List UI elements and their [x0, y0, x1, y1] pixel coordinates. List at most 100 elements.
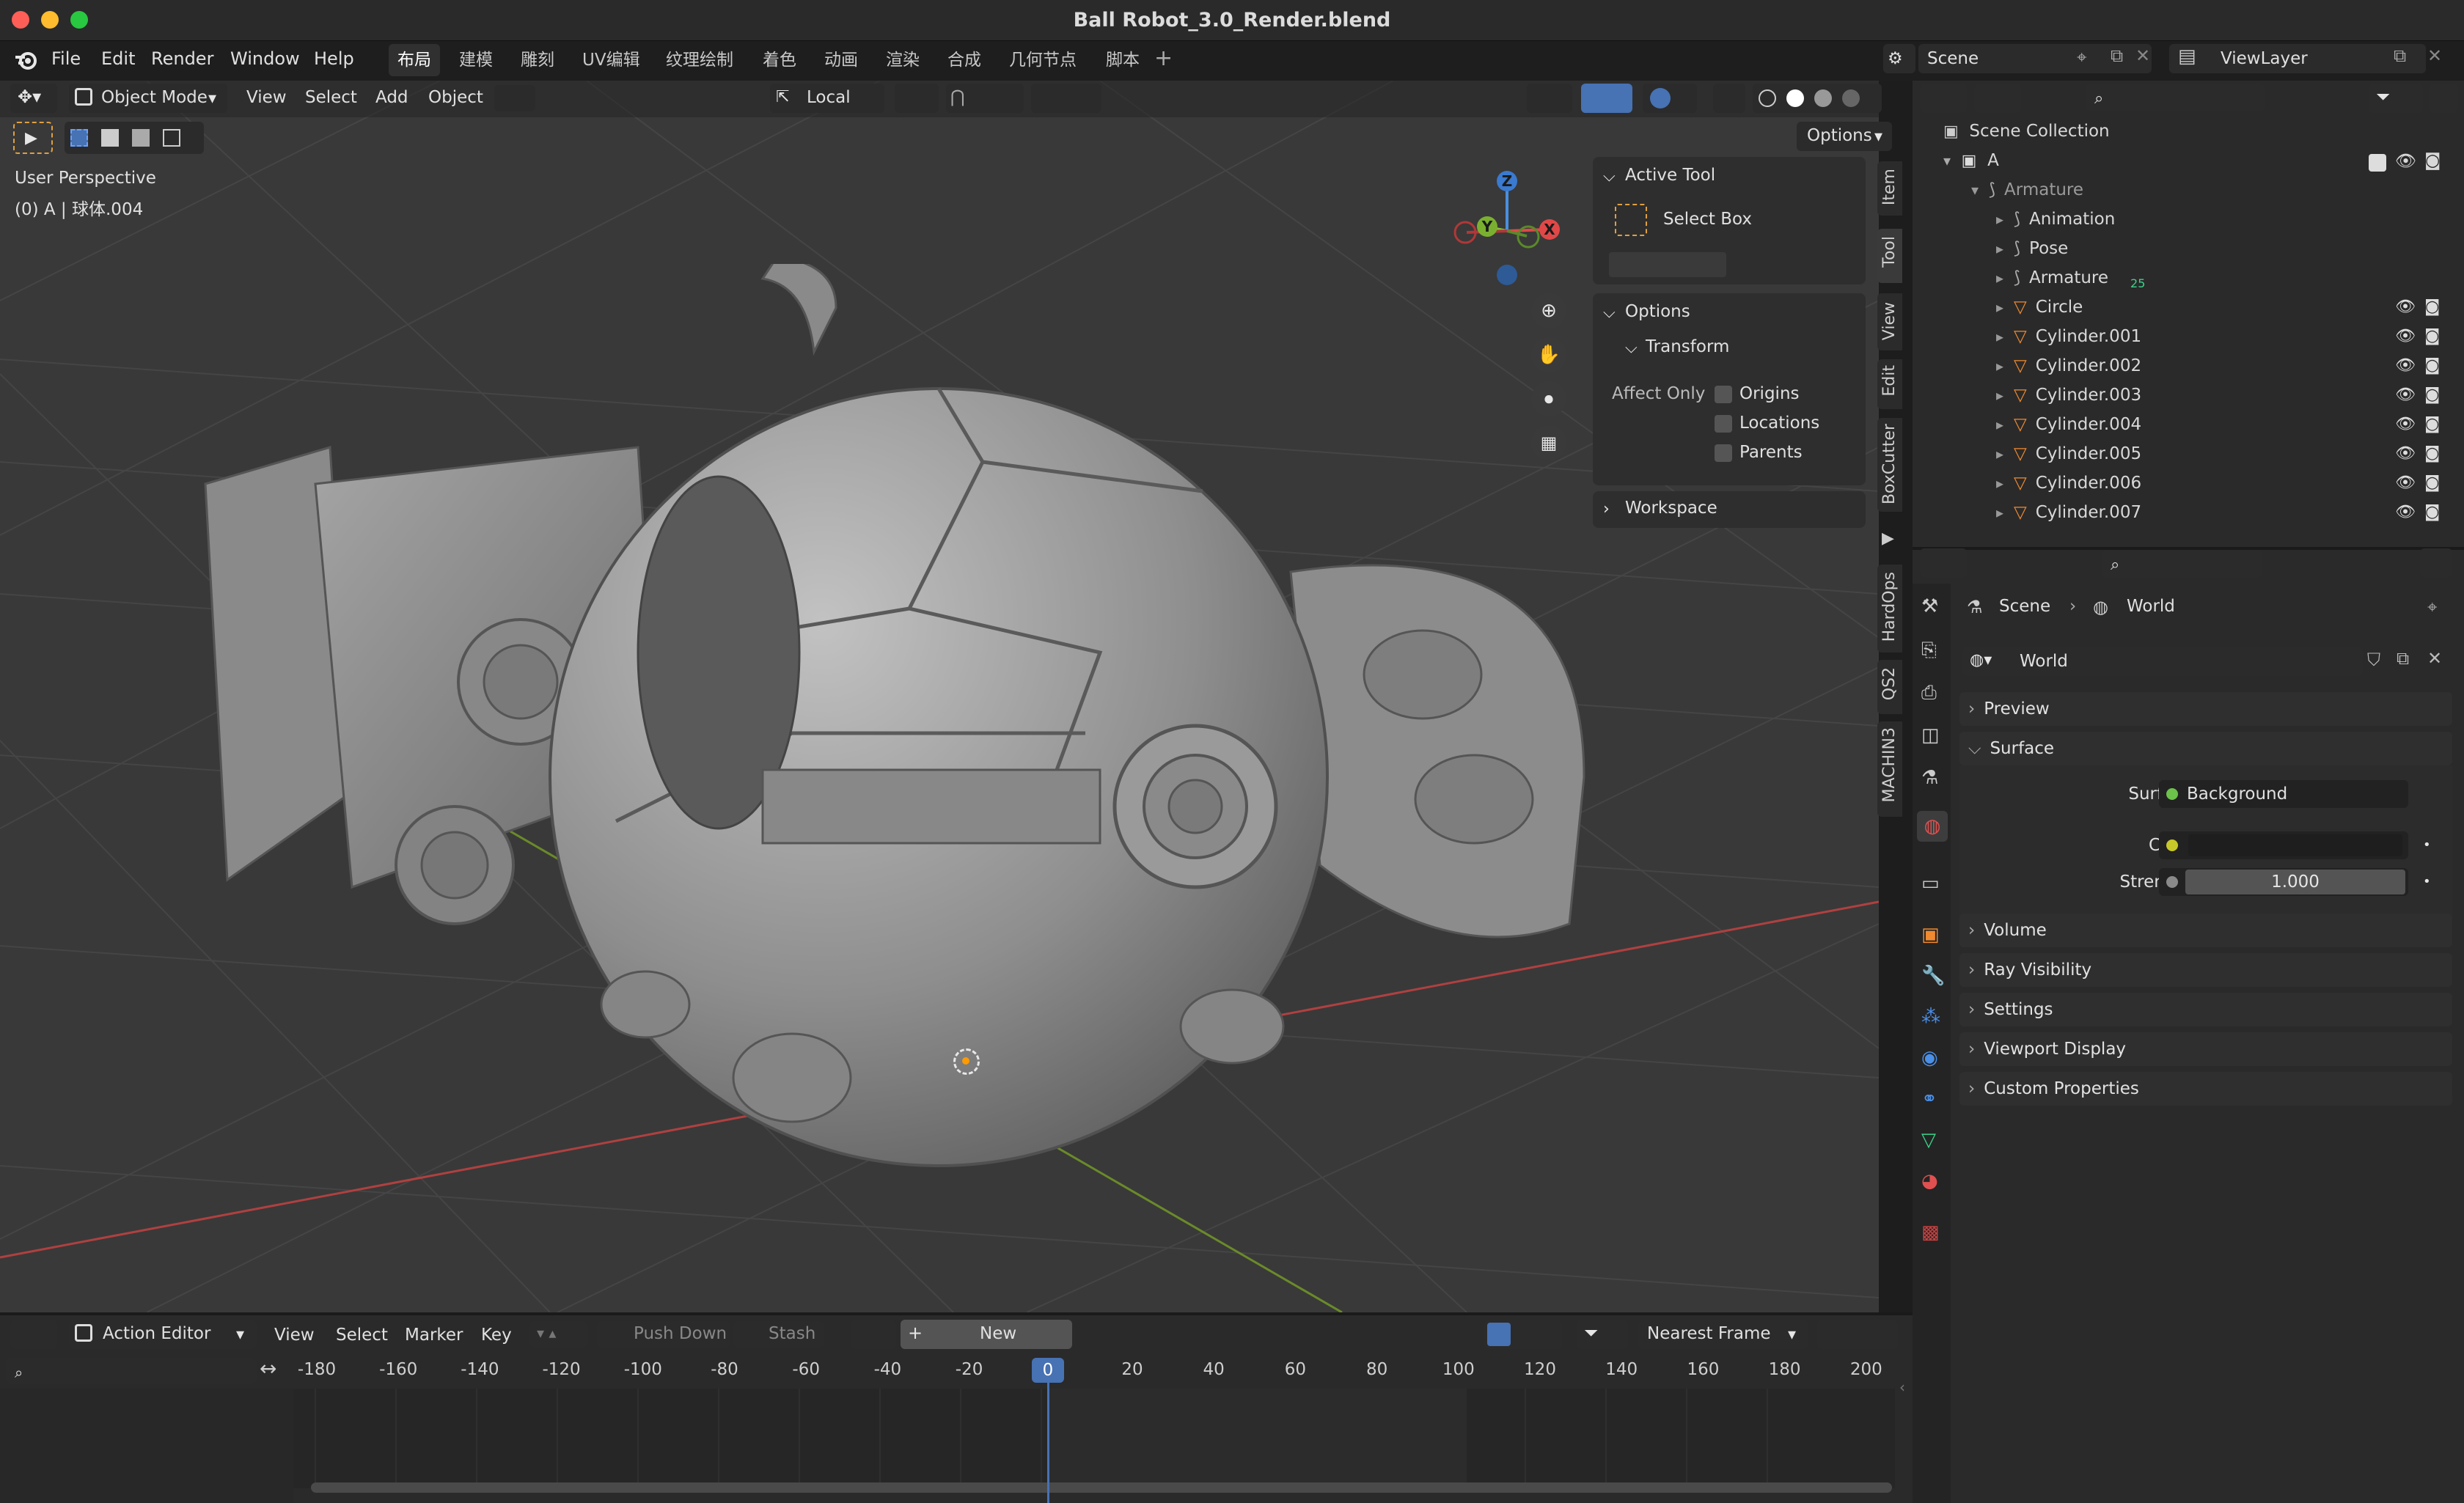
- camera-icon[interactable]: ◙: [2424, 386, 2440, 404]
- outliner-row[interactable]: ▸ ▽ Cylinder.007: [1996, 503, 2141, 532]
- object-properties-icon[interactable]: ▣: [1921, 924, 1940, 946]
- current-frame-indicator[interactable]: 0: [1032, 1358, 1064, 1383]
- workspace-panel[interactable]: › Workspace: [1593, 491, 1866, 528]
- editor-mode-dropdown[interactable]: Action Editor ▾: [69, 1320, 257, 1349]
- shading-mode-buttons[interactable]: [1753, 84, 1882, 113]
- render-properties-icon[interactable]: ⎘: [1921, 639, 1937, 662]
- proportional-editing-button[interactable]: [1817, 1320, 1898, 1349]
- viewport-options-dropdown[interactable]: Options ▾: [1797, 122, 1892, 151]
- expand-arrow-icon[interactable]: ▸: [1996, 504, 2003, 521]
- expand-arrow-icon[interactable]: ▸: [1996, 210, 2003, 228]
- output-properties-icon[interactable]: ⎙: [1921, 682, 1937, 705]
- pin-icon[interactable]: ⌖: [2077, 47, 2087, 67]
- menu-render[interactable]: Render: [151, 48, 213, 69]
- camera-icon[interactable]: ◙: [2424, 444, 2440, 463]
- color-swatch[interactable]: [2188, 834, 2402, 856]
- modifier-properties-icon[interactable]: 🔧: [1921, 965, 1945, 987]
- pin-icon[interactable]: ⌖: [2427, 597, 2438, 617]
- camera-icon[interactable]: ◙: [2424, 503, 2440, 521]
- pan-hand-icon[interactable]: ✋: [1531, 337, 1566, 372]
- options-header[interactable]: Options: [1625, 302, 1690, 321]
- viewlayer-field[interactable]: ViewLayer: [2169, 44, 2426, 73]
- world-properties-icon[interactable]: ◍: [1917, 811, 1948, 842]
- robot-model[interactable]: [132, 264, 1591, 1180]
- parents-checkbox[interactable]: [1715, 444, 1732, 462]
- collection-checkbox[interactable]: [2369, 154, 2386, 172]
- outliner-search-input[interactable]: ⌕: [2086, 84, 2265, 111]
- sidebar-tab-item[interactable]: Item: [1877, 161, 1902, 216]
- selection-mode-buttons[interactable]: [65, 122, 204, 154]
- workspace-tab-rendering[interactable]: 渲染: [877, 44, 928, 76]
- workspace-tab-shading[interactable]: 着色: [754, 44, 805, 76]
- channel-width-handle-icon[interactable]: ↔: [260, 1356, 289, 1384]
- outliner-row[interactable]: ▸ ▽ Cylinder.003: [1996, 386, 2141, 415]
- eye-icon[interactable]: 👁: [2395, 386, 2416, 404]
- object-type-visibility-button[interactable]: [494, 85, 535, 111]
- wireframe-shading-icon[interactable]: [1759, 89, 1776, 107]
- camera-icon[interactable]: ◙: [2424, 298, 2440, 316]
- sidebar-tab-hardops[interactable]: HardOps: [1877, 565, 1902, 653]
- outliner-row[interactable]: ▸ ▽ Circle: [1996, 298, 2083, 327]
- world-datablock-field[interactable]: ◍▾ World: [1962, 647, 2363, 676]
- view-layer-properties-icon[interactable]: ◫: [1921, 724, 1940, 746]
- section-ray-visibility[interactable]: › Ray Visibility: [1959, 953, 2452, 987]
- playhead-line[interactable]: [1047, 1383, 1049, 1503]
- section-surface[interactable]: ⌵ Surface: [1959, 732, 2452, 765]
- new-scene-icon[interactable]: ⧉: [2111, 45, 2123, 66]
- select-new-icon[interactable]: [70, 129, 88, 147]
- snap-button[interactable]: ⋂: [946, 84, 1024, 113]
- action-editor-type-button[interactable]: [10, 1320, 57, 1349]
- outliner-row[interactable]: ▸ ▽ Cylinder.006: [1996, 474, 2141, 503]
- active-tool-header[interactable]: Active Tool: [1625, 166, 1715, 185]
- eye-icon[interactable]: 👁: [2395, 327, 2416, 345]
- solid-shading-icon[interactable]: [1786, 89, 1804, 107]
- expand-arrow-icon[interactable]: ▸: [1996, 445, 2003, 463]
- expand-arrow-icon[interactable]: ▸: [1996, 474, 2003, 492]
- outliner-row[interactable]: ▸ ▽ Cylinder.002: [1996, 356, 2141, 386]
- eye-icon[interactable]: 👁: [2395, 356, 2416, 375]
- layer-arrows-buttons[interactable]: ▾ ▴: [529, 1321, 588, 1348]
- workspace-tab-layout[interactable]: 布局: [389, 44, 440, 76]
- pivot-point-button[interactable]: [895, 84, 939, 113]
- workspace-tab-scripting[interactable]: 脚本: [1097, 44, 1148, 76]
- workspace-tab-texture-paint[interactable]: 纹理绘制: [657, 44, 742, 76]
- camera-icon[interactable]: ◙: [2424, 474, 2440, 492]
- duplicate-datablock-icon[interactable]: ⧉: [2397, 648, 2409, 669]
- expand-arrow-icon[interactable]: ▸: [1996, 240, 2003, 257]
- overlay-toggle-button[interactable]: [1643, 84, 1697, 113]
- select-box-mode-buttons[interactable]: [1609, 252, 1726, 277]
- expand-arrow-icon[interactable]: ▾: [1971, 181, 1979, 199]
- new-collection-button[interactable]: [2429, 84, 2458, 113]
- outliner-row[interactable]: ▸ ⟆ Animation: [1996, 210, 2115, 239]
- properties-options-button[interactable]: [2420, 548, 2452, 578]
- action-browse-button[interactable]: [851, 1320, 896, 1349]
- outliner-row[interactable]: ▸ ⟆ Pose: [1996, 239, 2068, 268]
- viewport-menu-select[interactable]: Select: [305, 88, 357, 107]
- new-action-button[interactable]: + New: [901, 1320, 1072, 1349]
- workspace-tab-uv-editing[interactable]: UV编辑: [573, 44, 649, 76]
- data-properties-icon[interactable]: ▽: [1921, 1129, 1936, 1151]
- outliner-row-collection-a[interactable]: ▾ ▣ A 👁 ◙: [1943, 151, 2452, 180]
- workspace-tab-animation[interactable]: 动画: [815, 44, 867, 76]
- strength-field[interactable]: 1.000: [2159, 868, 2408, 896]
- proportional-editing-button[interactable]: [1031, 84, 1101, 113]
- origins-checkbox[interactable]: [1715, 386, 1732, 403]
- rendered-shading-icon[interactable]: [1842, 89, 1860, 107]
- sidebar-tab-edit[interactable]: Edit: [1877, 359, 1902, 409]
- tool-properties-icon[interactable]: ⚒: [1921, 595, 1938, 617]
- strength-value[interactable]: 1.000: [2185, 870, 2405, 894]
- eye-icon[interactable]: 👁: [2395, 151, 2416, 171]
- remove-scene-icon[interactable]: ✕: [2135, 45, 2150, 66]
- constraints-properties-icon[interactable]: ⚭: [1921, 1088, 1937, 1110]
- expand-arrow-icon[interactable]: ▸: [1996, 416, 2003, 433]
- action-menu-marker[interactable]: Marker: [405, 1326, 463, 1345]
- breadcrumb-world[interactable]: World: [2127, 597, 2175, 616]
- material-properties-icon[interactable]: ◕: [1921, 1170, 1938, 1192]
- visibility-button[interactable]: [1527, 84, 1572, 113]
- editor-type-button[interactable]: ✥▾: [10, 84, 57, 113]
- menu-window[interactable]: Window: [230, 48, 300, 69]
- camera-icon[interactable]: ◙: [2424, 151, 2441, 170]
- workspace-tab-compositing[interactable]: 合成: [939, 44, 990, 76]
- select-intersect-icon[interactable]: [163, 129, 180, 147]
- properties-search-input[interactable]: ⌕: [2102, 550, 2262, 578]
